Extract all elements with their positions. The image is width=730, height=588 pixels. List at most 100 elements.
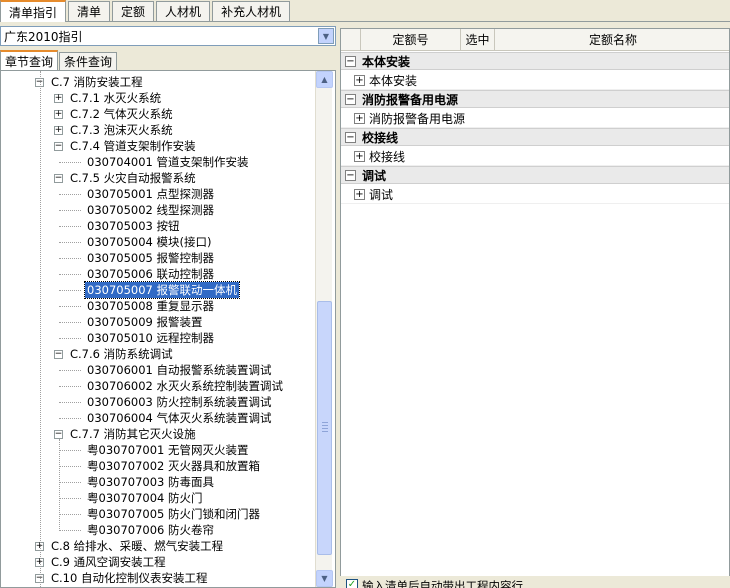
plus-box-icon[interactable]: +: [354, 112, 365, 124]
minus-box-icon[interactable]: −: [54, 349, 63, 359]
work-item-row[interactable]: + 消防报警备用电源: [341, 109, 729, 128]
plus-box-icon[interactable]: +: [54, 93, 63, 103]
tree-node[interactable]: 030705002 线型探测器: [85, 202, 216, 218]
minus-box-icon[interactable]: −: [345, 55, 356, 67]
tree-connector: [59, 258, 81, 259]
col-header-quota-no[interactable]: 定额号: [361, 29, 461, 51]
tree-node[interactable]: 030706004 气体灭火系统装置调试: [85, 410, 274, 426]
plus-box-icon[interactable]: +: [354, 150, 365, 162]
work-item-row[interactable]: + 校接线: [341, 147, 729, 166]
tree-node[interactable]: − C.7.6 消防系统调试: [54, 346, 175, 362]
auto-content-checkbox[interactable]: ✓: [346, 579, 358, 588]
tree-node-label: 粤030707003 防毒面具: [87, 475, 215, 489]
minus-box-icon[interactable]: −: [54, 429, 63, 439]
tree-node-label: 030705010 远程控制器: [87, 331, 215, 345]
tree-node[interactable]: 030705010 远程控制器: [85, 330, 216, 346]
chapter-tree-container: − C.7 消防安装工程 + C.7.1 水灭火系统 + C.7.2 气体灭火系统 + C.7…: [0, 70, 336, 588]
tree-node-label: C.8 给排水、采暖、燃气安装工程: [51, 539, 224, 553]
tree-node[interactable]: 030704001 管道支架制作安装: [85, 154, 251, 170]
tree-node-label: 030705003 按钮: [87, 219, 180, 233]
arrow-down-icon[interactable]: ▼: [316, 570, 333, 587]
tree-node[interactable]: 030706003 防火控制系统装置调试: [85, 394, 274, 410]
scrollbar-thumb[interactable]: [317, 301, 332, 555]
tree-node[interactable]: 030705001 点型探测器: [85, 186, 216, 202]
chapter-tree: − C.7 消防安装工程 + C.7.1 水灭火系统 + C.7.2 气体灭火系统 + C.7…: [1, 71, 315, 587]
group-label: 消防报警备用电源: [362, 92, 459, 107]
tree-node[interactable]: − C.7.5 火灾自动报警系统: [54, 170, 198, 186]
top-tab-4[interactable]: 补充人材机: [212, 1, 291, 21]
tree-node-label: 030705005 报警控制器: [87, 251, 215, 265]
work-item-label: 校接线: [369, 149, 406, 164]
tree-connector: [59, 306, 81, 307]
tree-node-label: 030705001 点型探测器: [87, 187, 215, 201]
col-header-quota-name[interactable]: 定额名称: [495, 29, 729, 51]
top-tab-0[interactable]: 清单指引: [0, 0, 67, 22]
guide-library-combo[interactable]: 广东2010指引 ▼: [0, 26, 336, 46]
tree-node-label: 030705008 重复显示器: [87, 299, 215, 313]
grid-header-spacer: [341, 29, 361, 51]
tree-node[interactable]: − C.10 自动化控制仪表安装工程: [35, 570, 209, 586]
minus-box-icon[interactable]: −: [345, 93, 356, 105]
tree-node[interactable]: 粤030707003 防毒面具: [85, 474, 216, 490]
tree-node[interactable]: 粤030707005 防火门锁和闭门器: [85, 506, 262, 522]
tree-node[interactable]: 粤030707006 防火卷帘: [85, 522, 216, 538]
tree-node[interactable]: − C.7 消防安装工程: [35, 74, 145, 90]
chevron-down-icon[interactable]: ▼: [318, 28, 334, 44]
auto-content-label: 输入清单后自动带出工程内容行: [362, 579, 523, 588]
tree-connector: [59, 402, 81, 403]
tree-vertical-scrollbar[interactable]: ▲ ▼: [315, 71, 333, 587]
tree-node[interactable]: + C.8 给排水、采暖、燃气安装工程: [35, 538, 225, 554]
group-row[interactable]: − 校接线: [341, 128, 729, 146]
group-label: 调试: [362, 168, 387, 183]
tree-node[interactable]: + C.7.2 气体灭火系统: [54, 106, 175, 122]
arrow-up-icon[interactable]: ▲: [316, 71, 333, 88]
tree-node[interactable]: 030706001 自动报警系统装置调试: [85, 362, 274, 378]
query-tab-0[interactable]: 章节查询: [0, 50, 59, 70]
tree-node[interactable]: 粤030707001 无管网灭火装置: [85, 442, 251, 458]
group-row[interactable]: − 调试: [341, 166, 729, 184]
minus-box-icon[interactable]: −: [54, 173, 63, 183]
minus-box-icon[interactable]: −: [345, 169, 356, 181]
plus-box-icon[interactable]: +: [54, 125, 63, 135]
query-tab-1[interactable]: 条件查询: [59, 52, 118, 70]
tree-node[interactable]: − C.7.7 消防其它灭火设施: [54, 426, 198, 442]
tree-node[interactable]: 粤030707004 防火门: [85, 490, 205, 506]
minus-box-icon[interactable]: −: [345, 131, 356, 143]
grip-icon: [322, 422, 328, 432]
tree-node[interactable]: 030705005 报警控制器: [85, 250, 216, 266]
tree-node[interactable]: 030705009 报警装置: [85, 314, 205, 330]
plus-box-icon[interactable]: +: [354, 74, 365, 86]
guide-library-value: 广东2010指引: [4, 29, 83, 44]
tree-node-label: 粤030707005 防火门锁和闭门器: [87, 507, 261, 521]
tree-node[interactable]: − C.7.4 管道支架制作安装: [54, 138, 198, 154]
group-row[interactable]: − 本体安装: [341, 52, 729, 70]
tree-node[interactable]: 030705004 模块(接口): [85, 234, 213, 250]
tree-node-label: 030706001 自动报警系统装置调试: [87, 363, 272, 377]
group-row[interactable]: − 消防报警备用电源: [341, 90, 729, 108]
group-label: 本体安装: [362, 54, 411, 69]
work-item-row[interactable]: + 调试: [341, 185, 729, 204]
tree-node[interactable]: + C.7.1 水灭火系统: [54, 90, 163, 106]
tree-node[interactable]: 粤030707002 灭火器具和放置箱: [85, 458, 262, 474]
tree-node-label: 030705004 模块(接口): [87, 235, 212, 249]
tree-node[interactable]: 030705008 重复显示器: [85, 298, 216, 314]
top-tab-1[interactable]: 清单: [68, 1, 111, 21]
plus-box-icon[interactable]: +: [54, 109, 63, 119]
tree-connector: [59, 418, 81, 419]
col-header-selected[interactable]: 选中: [461, 29, 495, 51]
minus-box-icon[interactable]: −: [54, 141, 63, 151]
work-item-row[interactable]: + 本体安装: [341, 71, 729, 90]
tree-node-selected[interactable]: 030705007 报警联动一体机: [83, 281, 241, 299]
tree-node-label: 030706002 水灭火系统控制装置调试: [87, 379, 284, 393]
tree-node[interactable]: 030705003 按钮: [85, 218, 182, 234]
tree-node[interactable]: + C.7.3 泡沫灭火系统: [54, 122, 175, 138]
tree-connector: [59, 338, 81, 339]
top-tab-3[interactable]: 人材机: [156, 1, 211, 21]
tree-connector: [59, 450, 81, 451]
tree-node[interactable]: + C.9 通风空调安装工程: [35, 554, 168, 570]
tree-connector: [59, 530, 81, 531]
tree-node[interactable]: 030706002 水灭火系统控制装置调试: [85, 378, 285, 394]
tree-node[interactable]: 030705006 联动控制器: [85, 266, 216, 282]
plus-box-icon[interactable]: +: [354, 188, 365, 200]
top-tab-2[interactable]: 定额: [112, 1, 155, 21]
